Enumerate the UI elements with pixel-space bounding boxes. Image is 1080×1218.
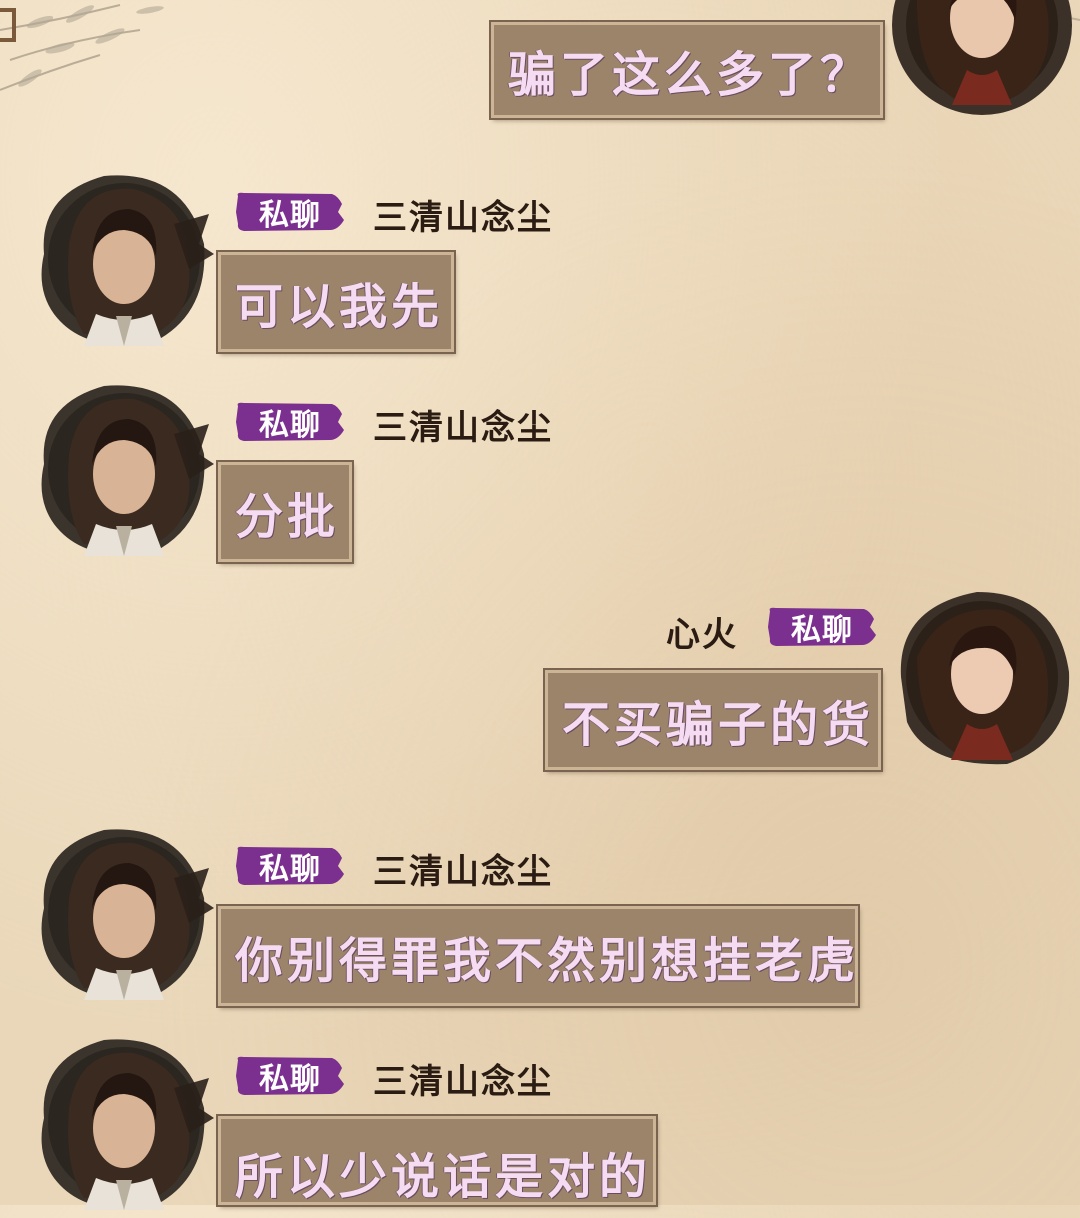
branch-decoration — [0, 4, 164, 91]
message-bubble[interactable]: 不买骗子的货 — [543, 668, 883, 772]
private-tag-label: 私聊 — [259, 408, 321, 443]
message-text: 骗了这么多了？ — [508, 47, 873, 103]
private-tag-label: 私聊 — [259, 198, 321, 233]
private-chat-badge: 私聊 — [234, 844, 346, 888]
message-bubble[interactable]: 你别得罪我不然别想挂老虎 — [216, 904, 860, 1008]
sender-name[interactable]: 心火 — [666, 607, 738, 656]
message-bubble[interactable]: 骗了这么多了？ — [489, 20, 885, 120]
chat-log: 骗了这么多了？ 私聊 三清山念尘 可以我先 私聊 三清山念尘 分批 心火 私聊 … — [0, 0, 1080, 1210]
message-text: 所以少说话是对的 — [235, 1149, 652, 1205]
sender-name[interactable]: 三清山念尘 — [373, 400, 553, 449]
message-text: 你别得罪我不然别想挂老虎 — [235, 933, 860, 989]
message-bubble[interactable]: 分批 — [216, 460, 354, 564]
message-bubble[interactable]: 所以少说话是对的 — [216, 1114, 658, 1207]
private-chat-badge: 私聊 — [234, 400, 346, 444]
sender-name[interactable]: 三清山念尘 — [373, 1054, 553, 1103]
private-tag-label: 私聊 — [791, 613, 853, 648]
sender-name[interactable]: 三清山念尘 — [373, 190, 553, 239]
message-text: 可以我先 — [235, 279, 444, 335]
message-text: 分批 — [235, 489, 340, 545]
sender-name[interactable]: 三清山念尘 — [373, 844, 553, 893]
male-avatar-icon[interactable] — [24, 374, 214, 564]
message-text: 不买骗子的货 — [562, 697, 875, 753]
private-chat-badge: 私聊 — [234, 1054, 346, 1098]
message-bubble[interactable]: 可以我先 — [216, 250, 456, 354]
private-tag-label: 私聊 — [259, 1062, 321, 1097]
male-avatar-icon[interactable] — [24, 818, 214, 1008]
female-avatar-icon[interactable] — [887, 582, 1077, 772]
female-avatar-icon[interactable] — [887, 0, 1077, 120]
private-chat-badge: 私聊 — [234, 190, 346, 234]
male-avatar-icon[interactable] — [24, 1028, 214, 1218]
private-tag-label: 私聊 — [259, 852, 321, 887]
private-chat-badge: 私聊 — [766, 605, 878, 649]
male-avatar-icon[interactable] — [24, 164, 214, 354]
